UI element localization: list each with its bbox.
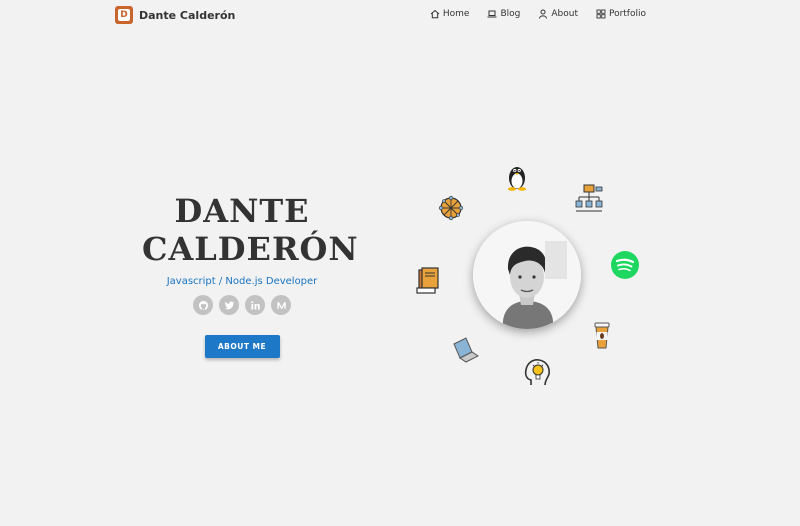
- nav-label: Home: [442, 9, 470, 19]
- nav-item-blog[interactable]: Blog: [487, 9, 520, 19]
- brand-logo: D: [115, 6, 133, 24]
- nav-label: Portfolio: [608, 9, 646, 19]
- twitter-icon: [224, 300, 234, 309]
- twitter-link[interactable]: [219, 295, 239, 315]
- avatar: [473, 221, 581, 329]
- medium-icon: [276, 301, 286, 309]
- grid-icon: [596, 9, 606, 19]
- main-nav: Home Blog About Portfolio: [430, 9, 646, 19]
- linkedin-link[interactable]: [245, 295, 265, 315]
- nav-label: About: [551, 9, 578, 19]
- idea-head-icon: [522, 357, 552, 387]
- books-icon: [414, 266, 444, 296]
- nav-item-portfolio[interactable]: Portfolio: [596, 9, 646, 19]
- social-links: [142, 295, 342, 315]
- hero-intro: DANTE CALDERÓN Javascript / Node.js Devel…: [142, 192, 358, 358]
- hero-name-line2: CALDERÓN: [142, 230, 359, 268]
- nav-item-home[interactable]: Home: [430, 9, 470, 19]
- brand-name: Dante Calderón: [139, 8, 236, 22]
- laptop-icon: [450, 336, 480, 366]
- skills-orbit: [400, 150, 660, 400]
- network-globe-icon: [436, 193, 466, 223]
- coffee-icon: [587, 320, 617, 350]
- laptop-icon: [487, 10, 497, 18]
- nav-label: Blog: [500, 9, 521, 19]
- hero-name: DANTE CALDERÓN: [142, 192, 358, 268]
- user-icon: [539, 9, 548, 19]
- nav-item-about[interactable]: About: [538, 9, 578, 19]
- github-link[interactable]: [193, 295, 213, 315]
- home-icon: [430, 9, 440, 19]
- brand-link[interactable]: D Dante Calderón: [115, 6, 235, 24]
- hero-role: Javascript / Node.js Developer: [166, 276, 318, 287]
- about-me-button[interactable]: ABOUT ME: [204, 335, 280, 358]
- medium-link[interactable]: [271, 295, 291, 315]
- hero-name-line1: DANTE: [174, 192, 310, 230]
- github-icon: [198, 300, 208, 310]
- linkedin-icon: [250, 300, 260, 310]
- flowchart-icon: [574, 183, 604, 213]
- site-header: D Dante Calderón Home Blog About Portfol…: [0, 0, 800, 30]
- linux-icon: [502, 162, 532, 192]
- spotify-icon: [610, 250, 640, 280]
